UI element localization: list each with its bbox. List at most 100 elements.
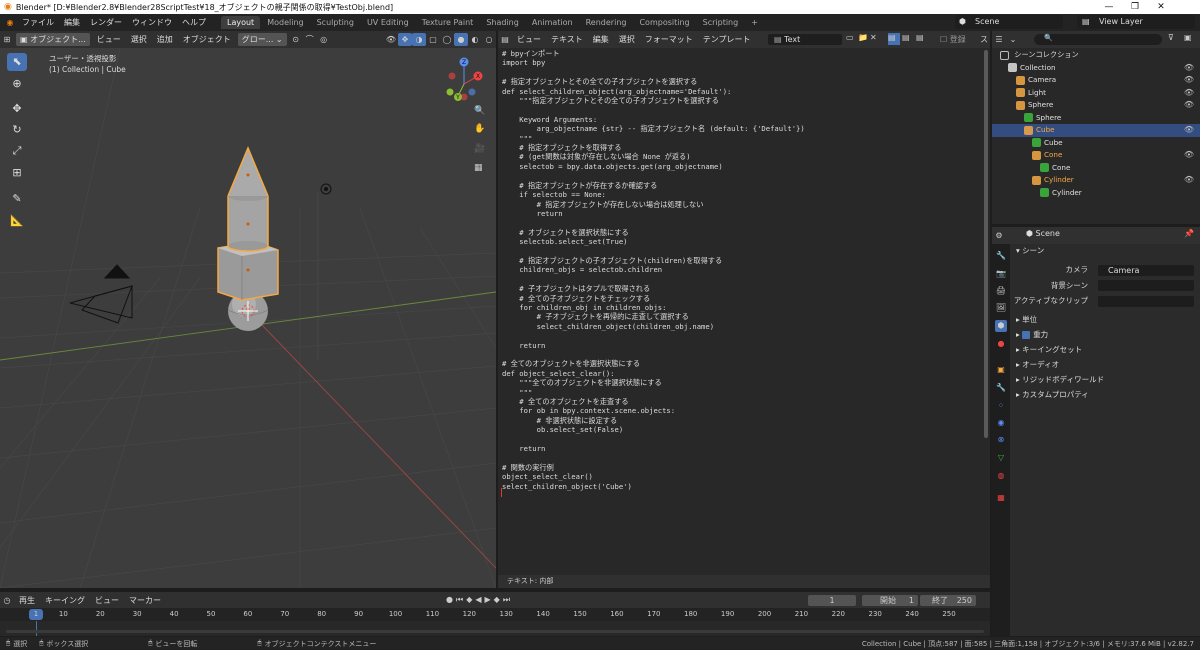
scale-tool-icon[interactable]: ⤢ bbox=[7, 142, 27, 160]
timeline-menu-1[interactable]: キーイング bbox=[40, 596, 90, 605]
outliner-root[interactable]: シーンコレクション bbox=[992, 49, 1200, 62]
end-frame-field[interactable]: 終了 250 bbox=[920, 595, 976, 606]
workspace-tab-5[interactable]: Shading bbox=[480, 16, 525, 29]
world-tab-icon[interactable]: ● bbox=[995, 338, 1007, 350]
cursor-tool-icon[interactable]: ⊕ bbox=[7, 75, 27, 93]
jump-start-icon[interactable]: ⏮ bbox=[456, 595, 463, 605]
play-reverse-icon[interactable]: ◀ bbox=[475, 595, 481, 605]
viewport-menu-3[interactable]: オブジェクト bbox=[178, 35, 236, 44]
scene-tab-icon[interactable]: ⬢ bbox=[995, 320, 1007, 332]
syntax-highlight-icon[interactable]: ▤ bbox=[916, 33, 924, 42]
scene-selector[interactable]: ⬢ Scene bbox=[955, 15, 1063, 29]
add-workspace-button[interactable]: + bbox=[745, 16, 764, 29]
camera-view-icon[interactable]: 🎥 bbox=[474, 144, 488, 158]
open-text-icon[interactable]: 📁 bbox=[858, 33, 868, 42]
3d-viewport[interactable]: X Y Z ユーザー・透視投影 (1) Collection | Cube ⬉ … bbox=[0, 48, 496, 588]
property-panel-header[interactable]: ▸ 単位 bbox=[1010, 313, 1200, 327]
property-panel-header[interactable]: ▸ キーイングセット bbox=[1010, 343, 1200, 357]
solid-shading-icon[interactable]: ● bbox=[454, 33, 468, 46]
play-icon[interactable]: ▶ bbox=[485, 595, 491, 605]
property-panel-header[interactable]: ▸ オーディオ bbox=[1010, 358, 1200, 372]
visibility-eye-icon[interactable]: 👁 bbox=[1184, 62, 1194, 75]
minimize-button[interactable]: — bbox=[1096, 0, 1122, 14]
pivot-icon[interactable]: ⊙ bbox=[289, 33, 303, 46]
maximize-button[interactable]: ❐ bbox=[1122, 0, 1148, 14]
viewport-menu-0[interactable]: ビュー bbox=[92, 35, 126, 44]
timeline-menu-3[interactable]: マーカー bbox=[124, 596, 166, 605]
outliner-row[interactable]: Cube 👁 bbox=[992, 124, 1200, 137]
close-button[interactable]: ✕ bbox=[1148, 0, 1174, 14]
annotate-tool-icon[interactable]: ✎ bbox=[7, 190, 27, 208]
snap-icon[interactable]: ⌒ bbox=[303, 33, 317, 46]
workspace-tab-0[interactable]: Layout bbox=[221, 16, 261, 29]
visibility-eye-icon[interactable]: 👁 bbox=[1184, 124, 1194, 137]
scene-section-header[interactable]: ▾ シーン bbox=[1010, 244, 1200, 258]
tool-tab-icon[interactable]: 🔧 bbox=[995, 250, 1007, 262]
text-menu-0[interactable]: ビュー bbox=[512, 35, 546, 44]
property-panel-header[interactable]: ▸ 重力 bbox=[1010, 328, 1200, 342]
menu-item-0[interactable]: ファイル bbox=[17, 18, 59, 27]
render-tab-icon[interactable]: 📷 bbox=[995, 268, 1007, 280]
text-menu-3[interactable]: 選択 bbox=[614, 35, 640, 44]
outliner[interactable]: シーンコレクション Collection 👁 Camera 👁 Light 👁 Sphere… bbox=[992, 48, 1200, 224]
run-script-icon[interactable]: ス bbox=[980, 34, 988, 45]
measure-tool-icon[interactable]: 📐 bbox=[7, 212, 27, 230]
rotate-tool-icon[interactable]: ↻ bbox=[7, 121, 27, 139]
property-field[interactable]: Camera bbox=[1098, 264, 1194, 276]
outliner-row[interactable]: Cone bbox=[992, 162, 1200, 175]
display-mode-icon[interactable]: ⌄ bbox=[1006, 33, 1020, 46]
unlink-text-icon[interactable]: ✕ bbox=[870, 33, 877, 42]
property-field[interactable] bbox=[1098, 280, 1194, 291]
pan-hand-icon[interactable]: ✋ bbox=[474, 124, 488, 138]
line-numbers-icon[interactable]: ▤ bbox=[888, 33, 900, 45]
xray-icon[interactable]: ▢ bbox=[426, 33, 440, 46]
outliner-type-icon[interactable]: ☰ bbox=[992, 33, 1006, 46]
menu-item-2[interactable]: レンダー bbox=[85, 18, 127, 27]
outliner-row[interactable]: Cylinder bbox=[992, 187, 1200, 200]
code-text[interactable]: # bpyインポート import bpy # 指定オブジェクトとその全ての子オ… bbox=[502, 49, 805, 491]
outliner-row[interactable]: Sphere bbox=[992, 112, 1200, 125]
outliner-row[interactable]: Cube bbox=[992, 137, 1200, 150]
outliner-row[interactable]: Light 👁 bbox=[992, 87, 1200, 100]
material-shading-icon[interactable]: ◐ bbox=[468, 33, 482, 46]
text-menu-1[interactable]: テキスト bbox=[546, 35, 588, 44]
prev-keyframe-icon[interactable]: ◆ bbox=[466, 595, 472, 605]
timeline-scrollbar[interactable] bbox=[6, 630, 984, 633]
gravity-checkbox[interactable] bbox=[1022, 331, 1031, 339]
move-tool-icon[interactable]: ✥ bbox=[7, 100, 27, 118]
view-layer-tab-icon[interactable]: 🖼 bbox=[995, 302, 1007, 314]
outliner-row[interactable]: Sphere 👁 bbox=[992, 99, 1200, 112]
property-panel-header[interactable]: ▸ カスタムプロパティ bbox=[1010, 388, 1200, 402]
workspace-tab-7[interactable]: Rendering bbox=[580, 16, 633, 29]
view-layer-selector[interactable]: ▤ View Layer bbox=[1077, 15, 1195, 29]
property-field[interactable] bbox=[1098, 295, 1194, 307]
workspace-tab-9[interactable]: Scripting bbox=[697, 16, 745, 29]
text-editor-type-icon[interactable]: ▤ bbox=[498, 33, 512, 46]
timeline-menu-0[interactable]: 再生 bbox=[14, 596, 40, 605]
select-tool-icon[interactable]: ⬉ bbox=[7, 53, 27, 71]
viewport-menu-1[interactable]: 選択 bbox=[126, 35, 152, 44]
render-shading-icon[interactable]: ○ bbox=[482, 33, 496, 46]
visibility-eye-icon[interactable]: 👁 bbox=[1184, 149, 1194, 162]
workspace-tab-4[interactable]: Texture Paint bbox=[416, 16, 480, 29]
property-panel-header[interactable]: ▸ リジッドボディワールド bbox=[1010, 373, 1200, 387]
viewport-menu-2[interactable]: 追加 bbox=[152, 35, 178, 44]
physics-tab-icon[interactable]: ◉ bbox=[995, 417, 1007, 429]
wireframe-shading-icon[interactable]: ◯ bbox=[440, 33, 454, 46]
text-datablock[interactable]: ▤ Text bbox=[768, 34, 842, 45]
start-frame-field[interactable]: 開始 1 bbox=[862, 595, 918, 606]
timeline-menu-2[interactable]: ビュー bbox=[90, 596, 124, 605]
new-collection-icon[interactable]: ▣ bbox=[1184, 33, 1192, 42]
text-editor-area[interactable]: # bpyインポート import bpy # 指定オブジェクトとその全ての子オ… bbox=[498, 48, 990, 575]
output-tab-icon[interactable]: 🖨 bbox=[995, 285, 1007, 297]
record-icon[interactable]: ● bbox=[446, 595, 453, 605]
proportional-icon[interactable]: ◎ bbox=[317, 33, 331, 46]
next-keyframe-icon[interactable]: ◆ bbox=[494, 595, 500, 605]
outliner-row[interactable]: Collection 👁 bbox=[992, 62, 1200, 75]
text-scrollbar[interactable] bbox=[984, 50, 988, 438]
menu-item-4[interactable]: ヘルプ bbox=[177, 18, 211, 27]
filter-icon[interactable]: ⊽ bbox=[1168, 33, 1174, 42]
properties-type-icon[interactable]: ⚙ bbox=[992, 229, 1006, 242]
menu-item-3[interactable]: ウィンドウ bbox=[127, 18, 177, 27]
blender-menu-icon[interactable]: ◉ bbox=[3, 16, 17, 29]
